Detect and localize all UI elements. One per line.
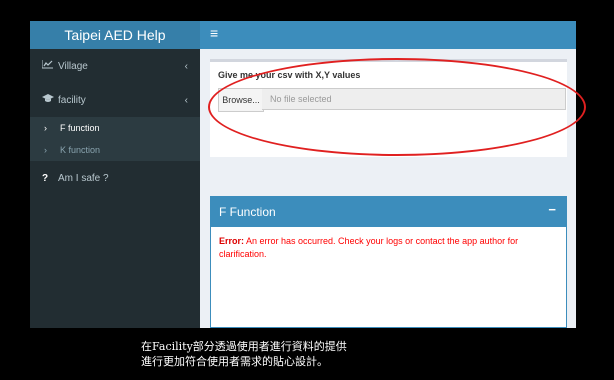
facility-submenu: › F function › K function bbox=[30, 117, 200, 161]
panel-header: F Function − bbox=[211, 197, 566, 227]
caption-line-2: 進行更加符合使用者需求的貼心設計。 bbox=[141, 355, 328, 368]
angle-right-icon: › bbox=[44, 123, 47, 133]
caption-line-1: 在Facility部分透過使用者進行資料的提供 bbox=[141, 340, 347, 353]
caption: 在Facility部分透過使用者進行資料的提供 進行更加符合使用者需求的貼心設計… bbox=[141, 339, 347, 369]
sidebar-subitem-label: F function bbox=[60, 123, 100, 133]
error-prefix: Error: bbox=[219, 236, 245, 246]
sidebar-item-label: Am I safe ? bbox=[58, 172, 109, 184]
highlight-ellipse bbox=[208, 58, 586, 156]
sidebar-item-village[interactable]: Village ‹ bbox=[30, 49, 200, 83]
sidebar-subitem-k-function[interactable]: › K function bbox=[30, 139, 200, 161]
f-function-panel: F Function − Error: An error has occurre… bbox=[210, 196, 567, 328]
angle-right-icon: › bbox=[44, 145, 47, 155]
chevron-left-icon: ‹ bbox=[184, 94, 188, 106]
collapse-icon[interactable]: − bbox=[548, 202, 556, 217]
sidebar: Village ‹ facility ‹ › F function › K fu… bbox=[30, 49, 200, 328]
sidebar-toggle-icon[interactable]: ≡ bbox=[210, 25, 218, 41]
sidebar-item-facility[interactable]: facility ‹ bbox=[30, 83, 200, 117]
line-chart-icon bbox=[41, 60, 58, 72]
error-message: Error: An error has occurred. Check your… bbox=[211, 227, 566, 269]
sidebar-subitem-f-function[interactable]: › F function bbox=[30, 117, 200, 139]
chevron-left-icon: ‹ bbox=[184, 60, 188, 72]
question-icon: ? bbox=[42, 172, 49, 184]
sidebar-subitem-label: K function bbox=[60, 145, 101, 155]
sidebar-item-am-i-safe[interactable]: ? Am I safe ? bbox=[30, 161, 200, 195]
graduation-cap-icon bbox=[42, 94, 58, 106]
sidebar-item-label: Village bbox=[58, 60, 88, 72]
error-text: An error has occurred. Check your logs o… bbox=[219, 236, 519, 259]
app-logo[interactable]: Taipei AED Help bbox=[30, 21, 200, 49]
sidebar-item-label: facility bbox=[58, 94, 86, 106]
top-navbar: ≡ bbox=[200, 21, 576, 49]
panel-title: F Function bbox=[219, 205, 276, 219]
